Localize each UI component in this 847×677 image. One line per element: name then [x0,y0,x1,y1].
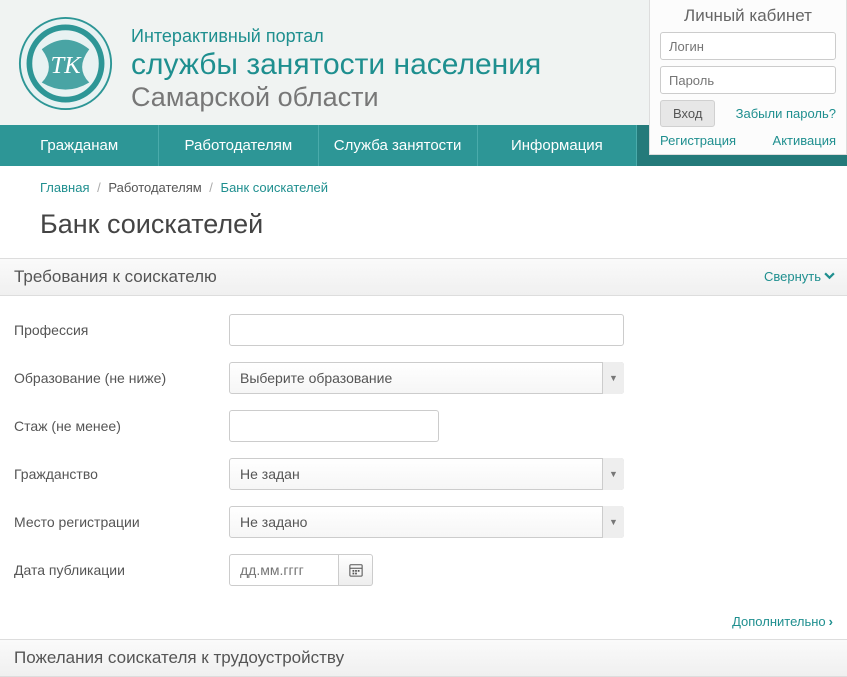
panel-requirements-head: Требования к соискателю Свернуть [0,258,847,296]
chevron-down-icon [824,269,835,284]
calendar-button[interactable] [339,554,373,586]
breadcrumb-home[interactable]: Главная [40,180,89,195]
register-link[interactable]: Регистрация [660,133,736,148]
login-button[interactable]: Вход [660,100,715,127]
input-publish-date[interactable] [229,554,339,586]
additional-label: Дополнительно [732,614,826,629]
additional-toggle[interactable]: Дополнительно › [14,614,833,629]
collapse-label: Свернуть [764,269,821,284]
header: ТК Интерактивный портал службы занятости… [0,0,847,125]
header-line3: Самарской области [131,81,541,113]
select-citizenship[interactable]: Не задан [229,458,624,490]
input-profession[interactable] [229,314,624,346]
label-profession: Профессия [14,322,229,338]
label-publish-date: Дата публикации [14,562,229,578]
header-line1: Интерактивный портал [131,26,541,48]
breadcrumb-sep: / [209,180,213,195]
breadcrumb: Главная / Работодателям / Банк соискател… [0,166,847,205]
requirements-form: Профессия Образование (не ниже) Выберите… [0,296,847,610]
breadcrumb-employers: Работодателям [108,180,201,195]
calendar-icon [349,563,363,577]
svg-text:ТК: ТК [50,52,82,79]
label-registration: Место регистрации [14,514,229,530]
header-line2: службы занятости населения [131,48,541,81]
select-registration[interactable]: Не задано [229,506,624,538]
password-input[interactable] [660,66,836,94]
activate-link[interactable]: Активация [773,133,836,148]
label-citizenship: Гражданство [14,466,229,482]
nav-employers[interactable]: Работодателям [159,125,318,166]
panel-wishes-head: Пожелания соискателя к трудоустройству [0,639,847,677]
breadcrumb-current[interactable]: Банк соискателей [221,180,328,195]
nav-service[interactable]: Служба занятости [319,125,478,166]
collapse-toggle[interactable]: Свернуть [764,269,835,284]
breadcrumb-sep: / [97,180,101,195]
label-experience: Стаж (не менее) [14,418,229,434]
site-logo: ТК [18,16,113,111]
login-input[interactable] [660,32,836,60]
page-title: Банк соискателей [0,205,847,258]
label-education: Образование (не ниже) [14,370,229,386]
panel-wishes-title: Пожелания соискателя к трудоустройству [14,648,344,668]
nav-citizens[interactable]: Гражданам [0,125,159,166]
login-box: Личный кабинет Вход Забыли пароль? Регис… [649,0,847,155]
nav-info[interactable]: Информация [478,125,637,166]
login-title: Личный кабинет [660,6,836,26]
select-education[interactable]: Выберите образование [229,362,624,394]
chevron-right-icon: › [829,614,833,629]
panel-requirements-title: Требования к соискателю [14,267,217,287]
input-experience[interactable] [229,410,439,442]
forgot-password-link[interactable]: Забыли пароль? [736,106,836,121]
